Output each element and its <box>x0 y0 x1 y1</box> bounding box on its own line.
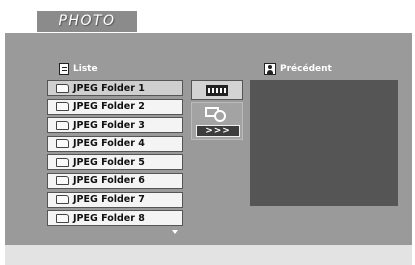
preview-pane <box>250 80 398 206</box>
list-item-label: JPEG Folder 2 <box>73 101 145 113</box>
folder-list: JPEG Folder 1 JPEG Folder 2 JPEG Folder … <box>47 80 183 229</box>
folder-icon <box>56 195 69 205</box>
list-item-label: JPEG Folder 5 <box>73 156 145 168</box>
list-item[interactable]: JPEG Folder 6 <box>47 172 183 189</box>
arrow-down-icon[interactable] <box>172 230 178 234</box>
list-header: Liste <box>59 61 98 77</box>
list-item-label: JPEG Folder 6 <box>73 175 145 187</box>
list-item[interactable]: JPEG Folder 1 <box>47 80 183 96</box>
preview-header: Précédent <box>264 61 332 77</box>
next-button[interactable]: >>> <box>196 125 240 137</box>
list-header-label: Liste <box>73 64 98 74</box>
folder-icon <box>56 176 69 186</box>
list-item[interactable]: JPEG Folder 4 <box>47 135 183 152</box>
list-item-label: JPEG Folder 1 <box>73 82 145 94</box>
folder-icon <box>56 157 69 167</box>
list-item[interactable]: JPEG Folder 2 <box>47 98 183 115</box>
folder-icon <box>56 213 69 223</box>
list-item-label: JPEG Folder 7 <box>73 194 145 206</box>
folder-icon <box>56 102 69 112</box>
film-strip-icon <box>206 84 228 96</box>
slideshow-icon[interactable] <box>205 107 226 122</box>
slideshow-options: >>> <box>191 102 243 140</box>
preview-header-label: Précédent <box>280 64 332 74</box>
folder-icon <box>56 139 69 149</box>
list-icon <box>59 63 69 75</box>
list-item-label: JPEG Folder 3 <box>73 119 145 131</box>
folder-icon <box>56 120 69 130</box>
footer-bar <box>5 245 412 265</box>
film-mode-button[interactable] <box>191 80 243 100</box>
list-item-label: JPEG Folder 8 <box>73 212 145 224</box>
list-item[interactable]: JPEG Folder 5 <box>47 154 183 171</box>
list-item-label: JPEG Folder 4 <box>73 138 145 150</box>
person-icon <box>264 63 276 75</box>
page-title: PHOTO <box>37 11 137 32</box>
folder-icon <box>56 83 69 93</box>
list-item[interactable]: JPEG Folder 3 <box>47 117 183 134</box>
list-item[interactable]: JPEG Folder 8 <box>47 210 183 227</box>
list-item[interactable]: JPEG Folder 7 <box>47 191 183 208</box>
